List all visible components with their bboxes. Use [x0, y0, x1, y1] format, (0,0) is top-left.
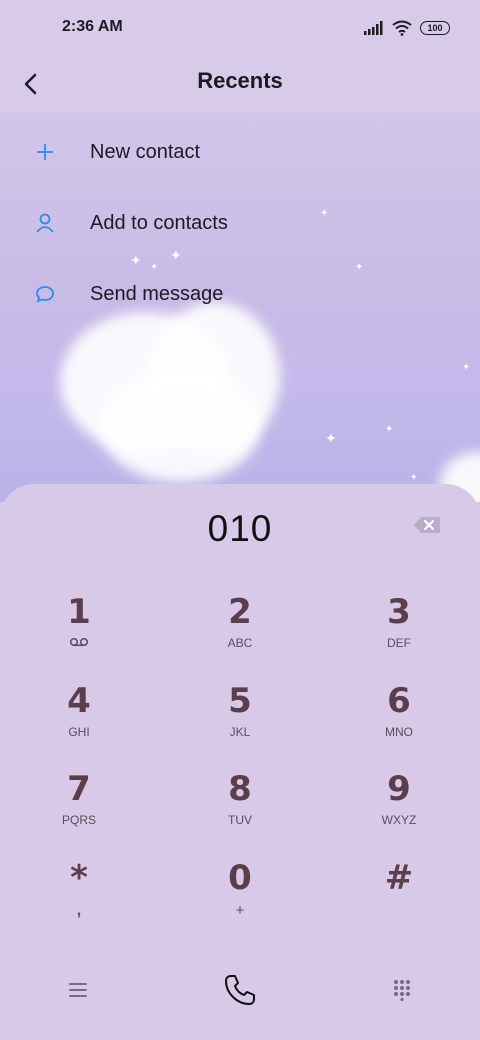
menu-button[interactable]	[54, 966, 102, 1014]
wifi-icon	[392, 20, 412, 36]
status-icons: 100	[364, 18, 450, 38]
key-digit: 1	[67, 592, 91, 632]
key-digit: 3	[387, 592, 411, 632]
dial-key-7[interactable]: 7 PQRS	[19, 769, 139, 849]
dialed-number: 010	[207, 508, 273, 549]
key-letters: MNO	[385, 725, 413, 739]
sparkle-icon: ✦	[410, 472, 418, 482]
page-title: Recents	[197, 68, 283, 93]
key-letters: +	[235, 902, 245, 919]
menu-item-add-to-contacts[interactable]: Add to contacts	[0, 193, 480, 253]
dial-key-hash[interactable]: #	[339, 858, 459, 938]
person-icon	[32, 210, 58, 236]
call-button[interactable]	[216, 966, 264, 1014]
status-time: 2:36 AM	[62, 18, 123, 35]
dial-key-5[interactable]: 5 JKL	[180, 681, 300, 761]
sparkle-icon: ✦	[385, 424, 394, 435]
keypad-toggle-button[interactable]	[378, 966, 426, 1014]
signal-icon	[364, 21, 383, 35]
backspace-button[interactable]	[412, 514, 442, 536]
key-letters: PQRS	[61, 813, 96, 827]
dial-key-6[interactable]: 6 MNO	[339, 681, 459, 761]
menu-item-send-message[interactable]: Send message	[0, 264, 480, 324]
status-bar: 2:36 AM 100	[0, 0, 480, 56]
key-letters: ABC	[227, 636, 253, 650]
key-letters: ,	[76, 902, 82, 919]
voicemail-icon	[19, 636, 139, 650]
dialer-bottom-bar	[0, 954, 480, 1024]
menu-label-new-contact: New contact	[90, 140, 201, 163]
key-digit: 2	[228, 592, 252, 632]
key-letters: TUV	[228, 813, 252, 827]
dial-key-1[interactable]: 1	[19, 592, 139, 672]
key-letters: GHI	[68, 725, 90, 739]
dial-key-9[interactable]: 9 WXYZ	[339, 769, 459, 849]
dial-key-0[interactable]: 0 +	[180, 858, 300, 938]
message-icon	[32, 281, 58, 307]
dial-key-8[interactable]: 8 TUV	[180, 769, 300, 849]
key-digit: 5	[228, 681, 252, 721]
dial-key-3[interactable]: 3 DEF	[339, 592, 459, 672]
dial-key-2[interactable]: 2 ABC	[180, 592, 300, 672]
sparkle-icon: ✦	[325, 430, 337, 446]
hamburger-icon	[69, 983, 87, 997]
battery-icon: 100	[420, 21, 450, 35]
key-letters: JKL	[229, 725, 251, 739]
key-digit: 8	[228, 769, 252, 809]
dialer-panel: 010 1 2 ABC 3 DEF 4 GHI 5 JKL 6 MNO 7 PQ…	[0, 484, 480, 1040]
cloud-decoration	[100, 372, 260, 482]
menu-label-add-to-contacts: Add to contacts	[90, 211, 228, 234]
plus-icon	[32, 139, 58, 165]
key-digit: 6	[387, 681, 411, 721]
app-header: Recents	[0, 56, 480, 112]
key-digit: *	[70, 858, 88, 898]
key-digit: 7	[67, 769, 91, 809]
phone-icon	[225, 975, 255, 1005]
key-digit: #	[384, 858, 414, 898]
key-digit: 9	[387, 769, 411, 809]
dial-key-star[interactable]: * ,	[19, 858, 139, 938]
menu-item-new-contact[interactable]: New contact	[0, 122, 480, 182]
key-digit: 0	[228, 858, 252, 898]
key-digit: 4	[67, 681, 91, 721]
dialpad-icon	[394, 980, 410, 1001]
menu-label-send-message: Send message	[90, 282, 224, 305]
sparkle-icon: ✦	[462, 362, 471, 373]
key-letters: DEF	[387, 636, 411, 650]
key-letters: WXYZ	[381, 813, 417, 827]
dial-key-4[interactable]: 4 GHI	[19, 681, 139, 761]
backspace-icon	[414, 517, 440, 533]
